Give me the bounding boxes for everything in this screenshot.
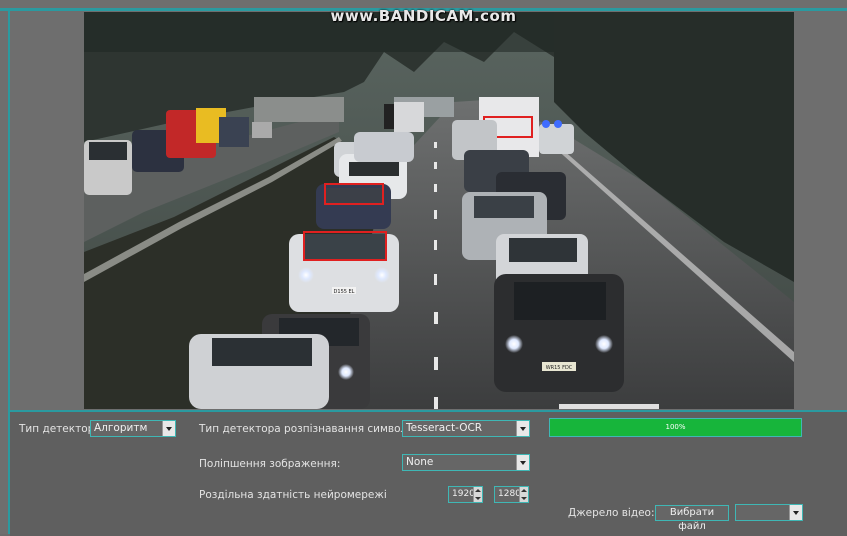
resolution-height-value: 1280 [498,489,521,499]
recorder-watermark: www.BANDICAM.com [330,7,517,25]
resolution-label: Роздільна здатність нейромережі [199,489,387,501]
ocr-detector-label: Тип детектора розпізнавання символів: [199,423,420,435]
resolution-width-spinbox[interactable]: 1920 [448,486,483,503]
ocr-detector-value: Tesseract-OCR [406,422,483,434]
video-source-select[interactable] [735,504,803,521]
enhancement-value: None [406,456,434,468]
enhancement-select[interactable]: None [402,454,530,471]
chevron-down-icon[interactable] [516,455,529,470]
chevron-down-icon[interactable] [789,505,802,520]
detector-type-value: Алгоритм [94,422,148,434]
choose-file-button[interactable]: Вибрати файл [655,505,729,532]
detector-type-select[interactable]: Алгоритм [90,420,176,437]
video-source-label: Джерело відео: [568,507,655,519]
chevron-down-icon[interactable] [516,421,529,436]
progress-bar: 100% [549,418,802,437]
app-window: D155 EL WR15 FDC www.BANDICAM.com Тип де… [0,0,847,536]
resolution-height-spinbox[interactable]: 1280 [494,486,529,503]
chevron-down-icon[interactable] [162,421,175,436]
plate-text-left: D155 EL [334,289,355,295]
video-frame: D155 EL WR15 FDC [84,12,794,409]
resolution-width-value: 1920 [452,489,475,499]
enhancement-label: Поліпшення зображення: [199,458,341,470]
spin-arrows-icon[interactable] [473,487,482,502]
spin-arrows-icon[interactable] [519,487,528,502]
video-preview: D155 EL WR15 FDC [84,12,794,409]
ocr-detector-select[interactable]: Tesseract-OCR [402,420,530,437]
plate-text-right: WR15 FDC [546,365,573,371]
progress-text: 100% [665,423,686,431]
